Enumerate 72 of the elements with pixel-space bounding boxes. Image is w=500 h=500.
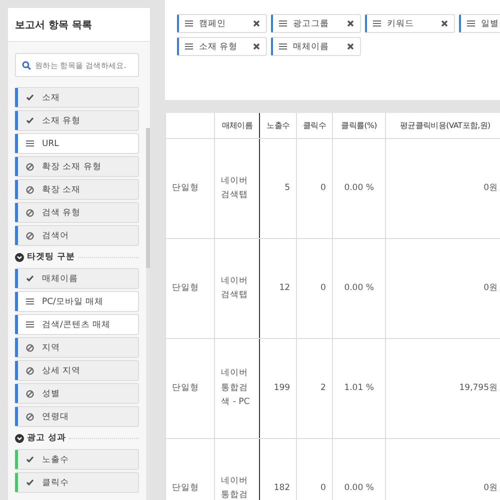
menu-icon: [26, 140, 34, 147]
collapse-icon[interactable]: [15, 434, 24, 442]
table-cell: 12: [260, 238, 297, 338]
report-item[interactable]: 매체이름: [15, 268, 139, 289]
table-cell: 199: [260, 338, 297, 438]
prohibited-icon: [26, 162, 34, 170]
report-item[interactable]: 소재: [15, 87, 139, 108]
report-item[interactable]: 소재 유형: [15, 110, 139, 131]
section-title: 타겟팅 구분: [27, 251, 75, 263]
report-item[interactable]: 확장 소재: [15, 179, 139, 200]
report-item[interactable]: 연령대: [15, 406, 139, 427]
prohibited-icon: [26, 412, 34, 420]
selected-tag[interactable]: 키워드: [365, 14, 455, 33]
menu-icon: [185, 20, 193, 27]
selected-tag[interactable]: 일별: [459, 14, 500, 33]
table-cell: 0: [296, 238, 332, 338]
report-item[interactable]: 성별: [15, 383, 139, 404]
report-item[interactable]: 검색 유형: [15, 202, 139, 223]
prohibited-icon: [26, 390, 34, 398]
table-cell: 0: [296, 138, 332, 238]
selected-tag[interactable]: 매체이름: [271, 37, 361, 56]
report-item[interactable]: 노출수: [15, 449, 139, 470]
selected-tag[interactable]: 소재 유형: [177, 37, 267, 56]
prohibited-icon: [26, 366, 34, 374]
table-cell: 0.00 %: [332, 238, 386, 338]
check-icon: [26, 275, 34, 282]
table-cell: 단일형: [166, 338, 215, 438]
table-cell: 5: [260, 138, 297, 238]
report-item[interactable]: 지역: [15, 337, 139, 358]
close-icon[interactable]: [347, 43, 354, 50]
search-icon: [22, 60, 31, 70]
selected-tag[interactable]: 광고그룹: [271, 14, 361, 33]
table-cell: 2: [296, 338, 332, 438]
report-item[interactable]: URL: [15, 133, 139, 154]
report-item[interactable]: 상세 지역: [15, 360, 139, 381]
menu-icon: [26, 321, 34, 328]
report-item[interactable]: 확장 소재 유형: [15, 156, 139, 177]
collapse-icon[interactable]: [15, 252, 24, 262]
report-item[interactable]: PC/모바일 매체: [15, 291, 139, 312]
report-item[interactable]: 클릭수: [15, 472, 139, 493]
table-cell: 네이버 통합검색 - PC: [214, 338, 260, 438]
menu-icon: [373, 20, 381, 27]
table-cell: 단일형: [166, 438, 215, 500]
menu-icon: [279, 43, 287, 50]
menu-icon: [279, 20, 287, 27]
table-cell: 단일형: [166, 138, 215, 238]
table-cell: 1.01 %: [332, 338, 386, 438]
check-icon: [26, 94, 34, 101]
section-title: 광고 성과: [27, 432, 66, 444]
panel-title: 보고서 항목 목록: [8, 8, 150, 42]
table-cell: 0.00 %: [332, 138, 386, 238]
close-icon[interactable]: [253, 43, 260, 50]
menu-icon: [467, 20, 475, 27]
check-icon: [26, 479, 34, 486]
menu-icon: [26, 298, 34, 305]
column-header: [166, 113, 215, 138]
close-icon[interactable]: [347, 20, 354, 27]
close-icon[interactable]: [441, 20, 448, 27]
table-cell: 네이버 검색탭: [214, 138, 260, 238]
check-icon: [26, 117, 34, 124]
prohibited-icon: [26, 208, 34, 216]
prohibited-icon: [26, 344, 34, 352]
table-cell: 단일형: [166, 238, 215, 338]
report-item[interactable]: 검색어: [15, 225, 139, 246]
table-cell: 네이버 검색탭: [214, 238, 260, 338]
prohibited-icon: [26, 232, 34, 240]
report-item[interactable]: 검색/콘텐츠 매체: [15, 314, 139, 335]
menu-icon: [185, 43, 193, 50]
check-icon: [26, 456, 34, 463]
close-icon[interactable]: [253, 20, 260, 27]
prohibited-icon: [26, 186, 34, 194]
selected-tag[interactable]: 캠페인: [177, 14, 267, 33]
